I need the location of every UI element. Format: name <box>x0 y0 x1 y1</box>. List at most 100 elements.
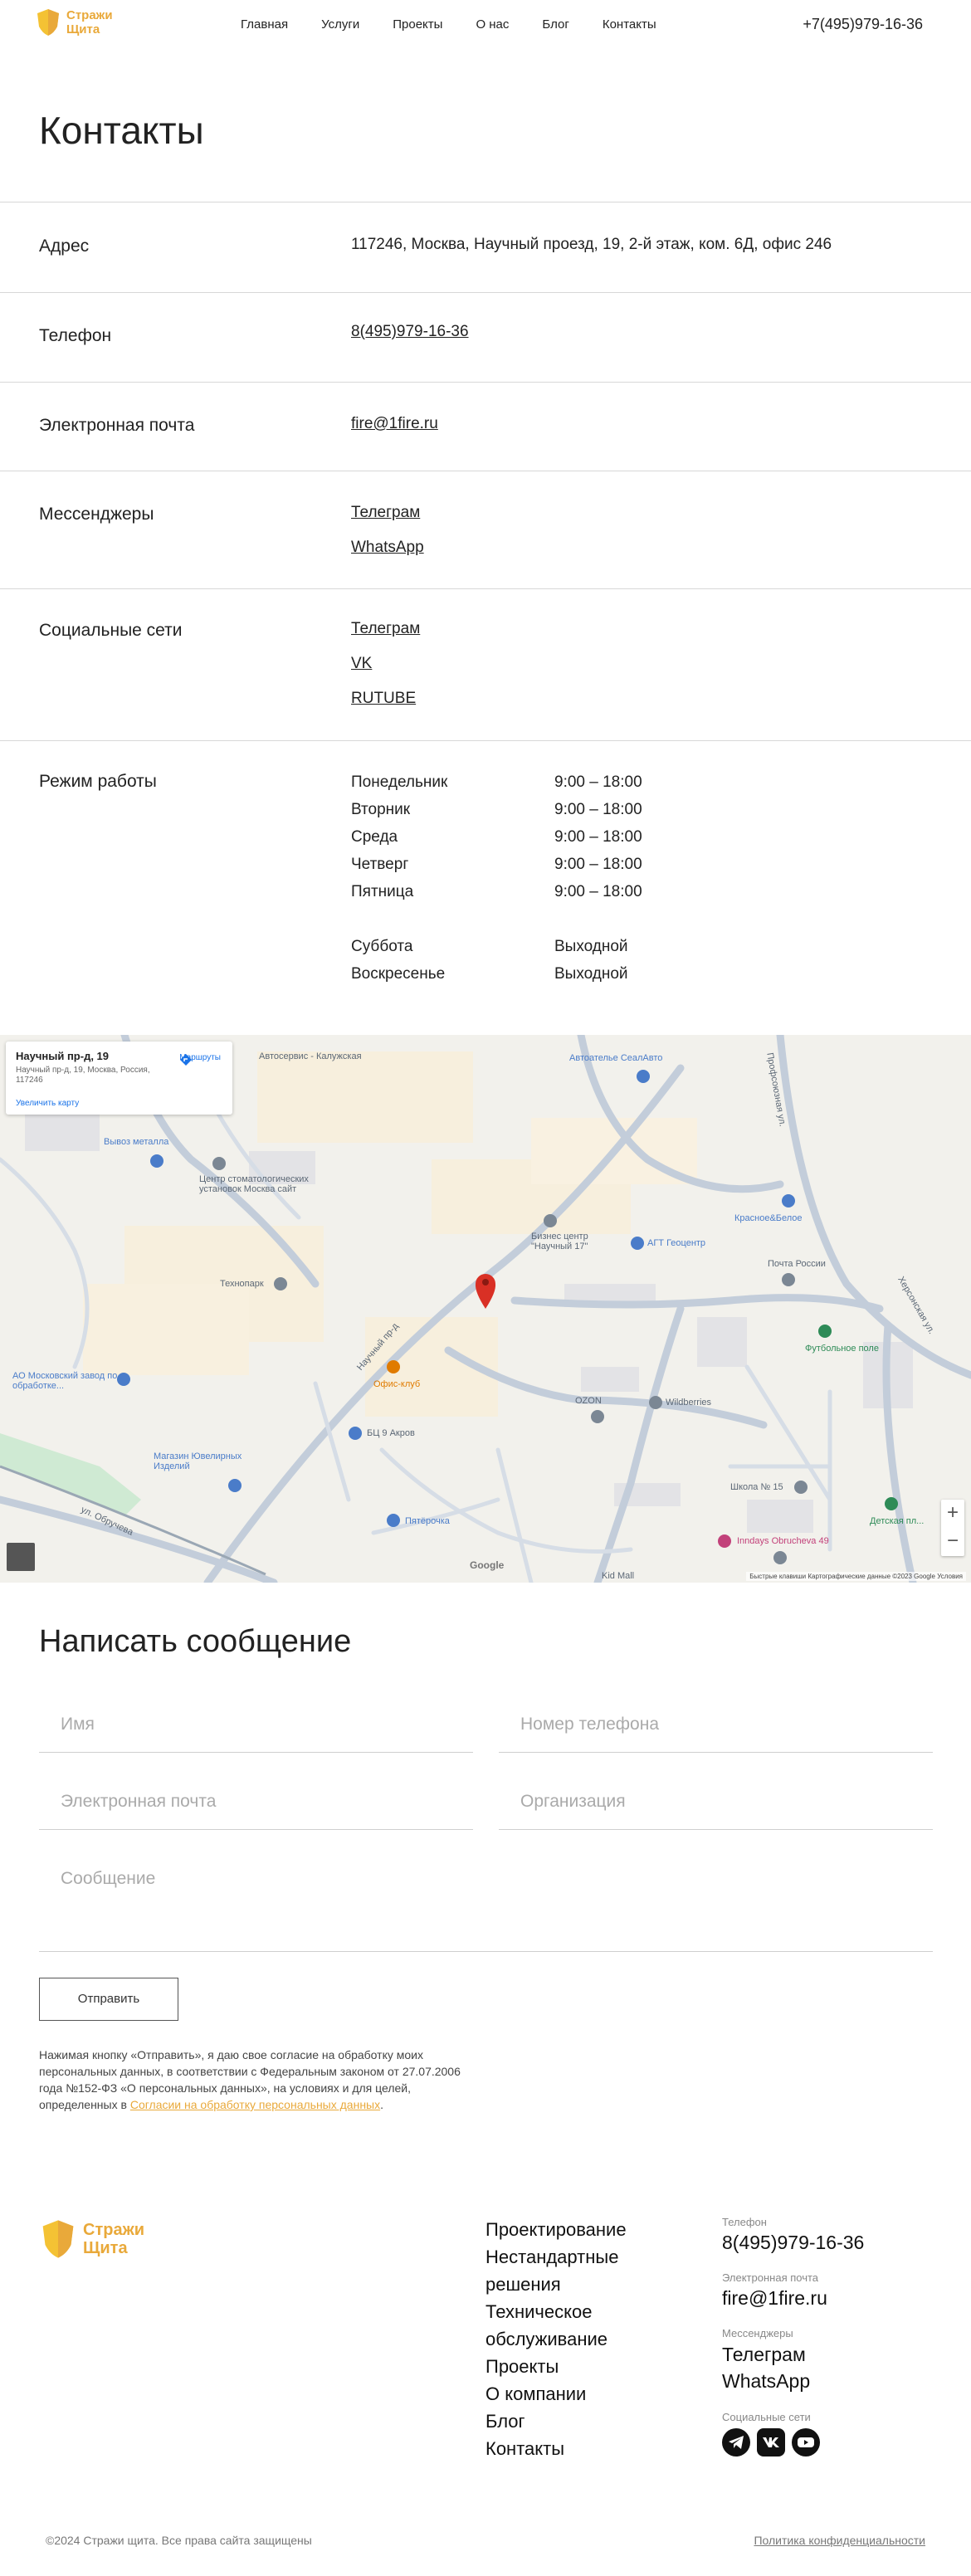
footer-social-icons <box>722 2428 864 2456</box>
email-link[interactable]: fire@1fire.ru <box>351 414 438 434</box>
hours-time: 9:00 – 18:00 <box>554 773 642 791</box>
hours-row-item: Пятница 9:00 – 18:00 <box>351 881 642 908</box>
nav-about[interactable]: О нас <box>476 17 509 32</box>
messengers-row: Мессенджеры Телеграм WhatsApp <box>0 471 971 588</box>
street-view-pegman-icon[interactable] <box>7 1543 35 1571</box>
hours-table: Понедельник 9:00 – 18:00 Вторник 9:00 – 18… <box>351 771 642 990</box>
consent-end: . <box>380 2098 384 2111</box>
hours-day: Воскресенье <box>351 965 446 983</box>
organization-input[interactable]: Организация <box>499 1780 933 1830</box>
map-label: Детская пл... <box>870 1516 925 1526</box>
map-zoom-controls: + − <box>941 1500 964 1556</box>
header-phone[interactable]: +7(495)979-16-36 <box>803 16 923 33</box>
map-label: Вывоз металла <box>104 1137 169 1147</box>
map-label: Пятёрочка <box>405 1516 450 1526</box>
shield-logo-icon <box>37 9 59 36</box>
map-label: Технопарк <box>220 1279 264 1289</box>
youtube-glyph <box>798 2437 814 2447</box>
footer-telegram-link[interactable]: Телеграм <box>722 2341 864 2368</box>
map-label: Школа № 15 <box>730 1482 783 1492</box>
hours-day: Четверг <box>351 856 409 873</box>
google-logo: Google <box>470 1559 505 1571</box>
social-rutube-link[interactable]: RUTUBE <box>351 689 420 709</box>
telegram-glyph <box>729 2436 744 2449</box>
map-label: Inndays Obrucheva 49 <box>737 1536 829 1546</box>
map-label: АО Московский завод по обработке... <box>12 1371 118 1391</box>
directions-icon <box>180 1054 193 1066</box>
footer-logo[interactable]: Стражи Щита <box>41 2219 144 2259</box>
submit-button[interactable]: Отправить <box>39 1978 178 2021</box>
footer-logo-line-2: Щита <box>83 2239 128 2257</box>
privacy-policy-link[interactable]: Политика конфиденциальности <box>754 2534 925 2547</box>
map-directions-button[interactable]: Маршруты <box>179 1053 221 1066</box>
footer-logo-line-1: Стражи <box>83 2221 145 2239</box>
footer-logo-text: Стражи Щита <box>83 2221 144 2257</box>
message-textarea[interactable]: Сообщение <box>39 1857 933 1952</box>
email-input[interactable]: Электронная почта <box>39 1780 473 1830</box>
address-value: 117246, Москва, Научный проезд, 19, 2-й … <box>351 236 832 253</box>
phone-input[interactable]: Номер телефона <box>499 1703 933 1753</box>
phone-label: Телефон <box>39 326 112 345</box>
logo-line-2: Щита <box>66 22 100 37</box>
map-label: Офис-клуб <box>373 1379 421 1389</box>
hours-day: Понедельник <box>351 773 448 791</box>
footer-phone[interactable]: 8(495)979-16-36 <box>722 2230 864 2255</box>
footer-nav-design[interactable]: Проектирование <box>486 2216 651 2243</box>
footer-messengers: Телеграм WhatsApp <box>722 2341 864 2394</box>
name-input[interactable]: Имя <box>39 1703 473 1753</box>
hours-row-item: Среда 9:00 – 18:00 <box>351 826 642 853</box>
zoom-out-button[interactable]: − <box>941 1528 964 1556</box>
nav-services[interactable]: Услуги <box>321 17 359 32</box>
vk-icon[interactable] <box>757 2428 785 2456</box>
hours-time: 9:00 – 18:00 <box>554 801 642 818</box>
map-label: Автосервис - Калужская <box>259 1051 362 1061</box>
social-vk-link[interactable]: VK <box>351 654 420 674</box>
footer-nav-maintenance[interactable]: Техническое обслуживание <box>486 2298 651 2353</box>
copyright: ©2024 Стражи щита. Все права сайта защищ… <box>46 2534 312 2547</box>
map-label: Kid Mall <box>602 1571 635 1581</box>
map-info-card: Научный пр-д, 19 Научный пр-д, 19, Москв… <box>6 1042 232 1115</box>
map-label: Магазин Ювелирных Изделий <box>154 1451 242 1471</box>
hours-row-item: Четверг 9:00 – 18:00 <box>351 853 642 881</box>
embedded-map[interactable]: Автосервис - Калужская Автоателье СеалАв… <box>0 1035 971 1583</box>
hours-row: Режим работы Понедельник 9:00 – 18:00 Вто… <box>0 740 971 1035</box>
hours-time: 9:00 – 18:00 <box>554 856 642 873</box>
map-label: Почта России <box>768 1259 826 1269</box>
social-label: Социальные сети <box>39 621 183 640</box>
telegram-icon[interactable] <box>722 2428 750 2456</box>
hours-row-item: Воскресенье Выходной <box>351 963 642 990</box>
messenger-whatsapp-link[interactable]: WhatsApp <box>351 538 424 558</box>
footer-phone-label: Телефон <box>722 2216 767 2228</box>
footer-whatsapp-link[interactable]: WhatsApp <box>722 2368 864 2394</box>
nav-blog[interactable]: Блог <box>542 17 568 32</box>
phone-link[interactable]: 8(495)979-16-36 <box>351 322 469 342</box>
social-telegram-link[interactable]: Телеграм <box>351 619 420 639</box>
hours-day: Среда <box>351 828 398 846</box>
nav-projects[interactable]: Проекты <box>393 17 442 32</box>
nav-contacts[interactable]: Контакты <box>603 17 656 32</box>
messenger-telegram-link[interactable]: Телеграм <box>351 503 424 523</box>
hours-time: 9:00 – 18:00 <box>554 883 642 900</box>
footer-nav-contacts[interactable]: Контакты <box>486 2435 651 2462</box>
youtube-icon[interactable] <box>792 2428 820 2456</box>
messengers-label: Мессенджеры <box>39 505 154 524</box>
hours-row-item: Понедельник 9:00 – 18:00 <box>351 771 642 798</box>
footer-nav-custom[interactable]: Нестандартные решения <box>486 2243 651 2298</box>
map-label: Центр стоматологических установок Москва… <box>199 1174 309 1194</box>
map-label: АГТ Геоцентр <box>647 1238 706 1248</box>
zoom-in-button[interactable]: + <box>941 1500 964 1528</box>
footer-email[interactable]: fire@1fire.ru <box>722 2286 864 2310</box>
consent-link[interactable]: Согласии на обработку персональных данны… <box>130 2098 380 2111</box>
map-attribution[interactable]: Быстрые клавиши Картографические данные … <box>746 1572 966 1581</box>
footer-nav-projects[interactable]: Проекты <box>486 2353 651 2380</box>
map-enlarge-link[interactable]: Увеличить карту <box>16 1099 79 1108</box>
logo[interactable]: Стражи Щита <box>37 8 113 37</box>
map-canvas[interactable] <box>0 1035 971 1583</box>
footer-nav-about[interactable]: О компании <box>486 2380 651 2408</box>
footer-nav: Проектирование Нестандартные решения Тех… <box>486 2216 651 2462</box>
map-label: БЦ 9 Акров <box>367 1428 415 1438</box>
phone-row: Телефон 8(495)979-16-36 <box>0 292 971 382</box>
site-header: Стражи Щита Главная Услуги Проекты О нас… <box>0 0 971 51</box>
nav-home[interactable]: Главная <box>241 17 288 32</box>
footer-nav-blog[interactable]: Блог <box>486 2408 651 2435</box>
